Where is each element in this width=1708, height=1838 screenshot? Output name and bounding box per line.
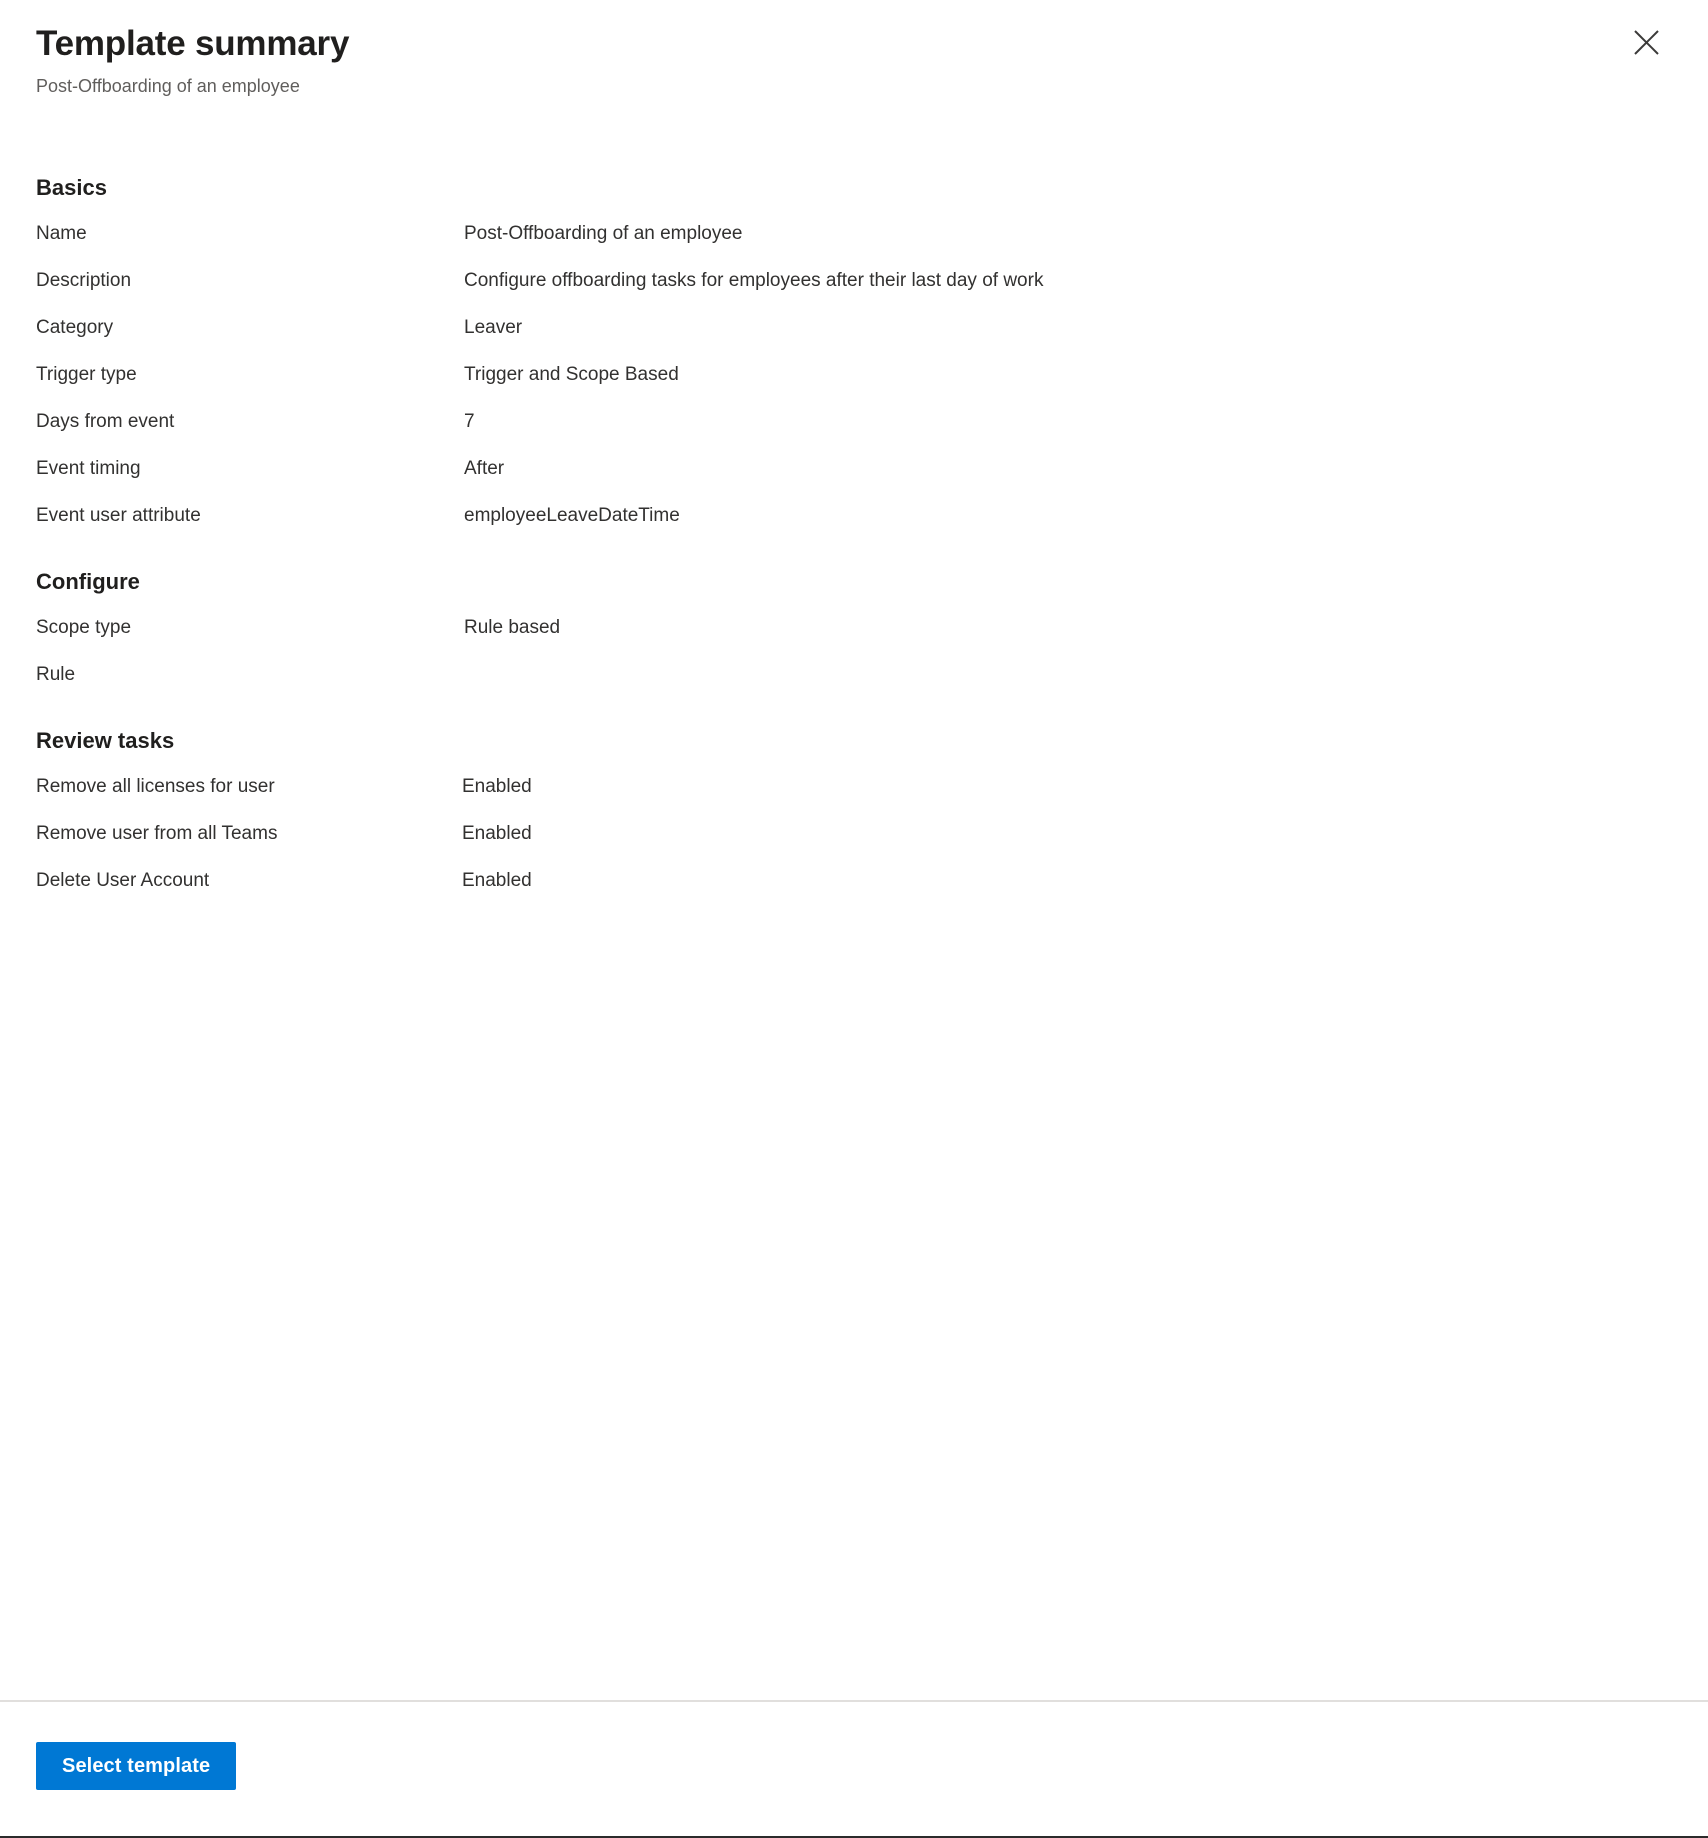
summary-row-days-from-event: Days from event 7 — [36, 409, 1672, 443]
row-label: Trigger type — [36, 364, 137, 385]
section-review-tasks: Review tasks Remove all licenses for use… — [36, 726, 1672, 902]
summary-row-description: Description Configure offboarding tasks … — [36, 268, 1672, 302]
blade-footer: Select template — [0, 1700, 1708, 1836]
page-subtitle: Post-Offboarding of an employee — [36, 76, 300, 96]
row-value: Enabled — [462, 776, 532, 797]
section-heading-configure: Configure — [36, 569, 140, 594]
row-value: 7 — [464, 411, 475, 432]
summary-row-scope-type: Scope type Rule based — [36, 615, 1672, 649]
row-value: Enabled — [462, 823, 532, 844]
summary-row-category: Category Leaver — [36, 315, 1672, 349]
template-summary-blade: Template summary Post-Offboarding of an … — [0, 0, 1708, 1838]
row-label: Scope type — [36, 617, 132, 638]
close-button[interactable] — [1622, 18, 1670, 66]
close-icon — [1633, 29, 1660, 56]
row-value: Enabled — [462, 870, 532, 891]
section-configure: Configure Scope type Rule based Rule — [36, 567, 1672, 696]
section-heading-review-tasks: Review tasks — [36, 728, 175, 753]
summary-row-remove-user-from-teams: Remove user from all Teams Enabled — [36, 821, 1672, 855]
row-value: Leaver — [464, 317, 523, 338]
row-label: Name — [36, 223, 87, 244]
row-label: Remove all licenses for user — [36, 776, 275, 797]
row-label: Days from event — [36, 411, 175, 432]
select-template-button[interactable]: Select template — [36, 1742, 237, 1790]
row-label: Remove user from all Teams — [36, 823, 278, 844]
row-label: Rule — [36, 664, 76, 685]
summary-row-event-user-attribute: Event user attribute employeeLeaveDateTi… — [36, 503, 1672, 537]
summary-row-event-timing: Event timing After — [36, 456, 1672, 490]
row-label: Delete User Account — [36, 870, 210, 891]
blade-header: Template summary Post-Offboarding of an … — [0, 0, 1708, 99]
row-label: Event timing — [36, 458, 141, 479]
page-title: Template summary — [36, 24, 350, 63]
section-heading-basics: Basics — [36, 175, 107, 200]
row-value: Rule based — [464, 617, 561, 638]
row-label: Description — [36, 270, 132, 291]
summary-row-rule: Rule — [36, 662, 1672, 696]
section-basics: Basics Name Post-Offboarding of an emplo… — [36, 173, 1672, 537]
row-value: Configure offboarding tasks for employee… — [464, 270, 1044, 291]
summary-row-remove-all-licenses: Remove all licenses for user Enabled — [36, 774, 1672, 808]
row-label: Category — [36, 317, 114, 338]
summary-content: Basics Name Post-Offboarding of an emplo… — [0, 99, 1708, 1700]
summary-row-delete-user-account: Delete User Account Enabled — [36, 868, 1672, 902]
row-value: Post-Offboarding of an employee — [464, 223, 743, 244]
summary-row-trigger-type: Trigger type Trigger and Scope Based — [36, 362, 1672, 396]
row-label: Event user attribute — [36, 505, 201, 526]
row-value: employeeLeaveDateTime — [464, 505, 680, 526]
row-value: After — [464, 458, 505, 479]
row-value — [464, 662, 1672, 688]
row-value: Trigger and Scope Based — [464, 364, 679, 385]
summary-row-name: Name Post-Offboarding of an employee — [36, 221, 1672, 255]
